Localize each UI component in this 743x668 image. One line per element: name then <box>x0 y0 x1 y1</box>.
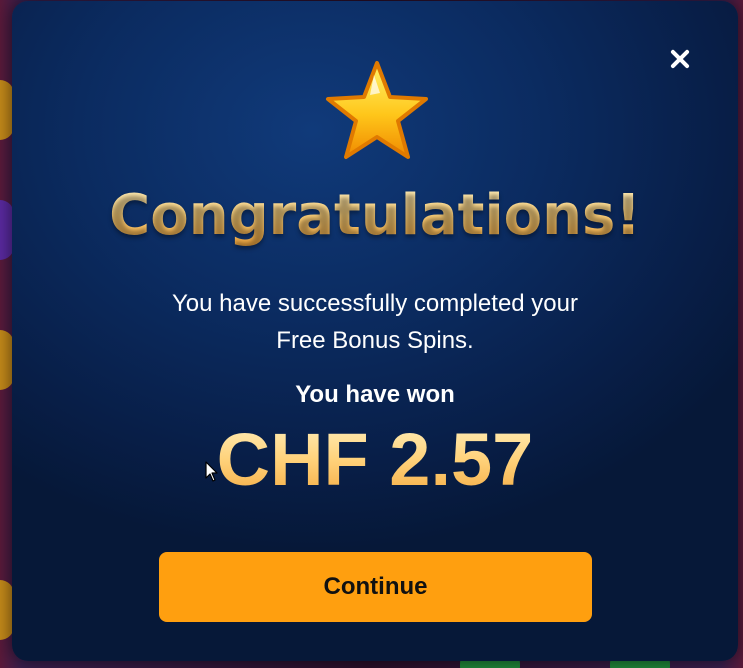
close-icon[interactable] <box>662 41 698 77</box>
message-line: Free Bonus Spins. <box>276 327 474 354</box>
congratulations-title: Congratulations! <box>12 183 738 248</box>
won-label: You have won <box>295 381 455 408</box>
message-line: You have successfully completed your <box>171 290 578 317</box>
win-amount: CHF 2.57 <box>12 415 738 505</box>
continue-button[interactable]: Continue <box>159 552 592 622</box>
star-icon <box>326 61 428 159</box>
completion-message: You have successfully completed your Fre… <box>12 285 738 359</box>
mouse-cursor-icon <box>205 461 218 482</box>
bonus-complete-dialog: Congratulations! You have successfully c… <box>12 1 738 661</box>
